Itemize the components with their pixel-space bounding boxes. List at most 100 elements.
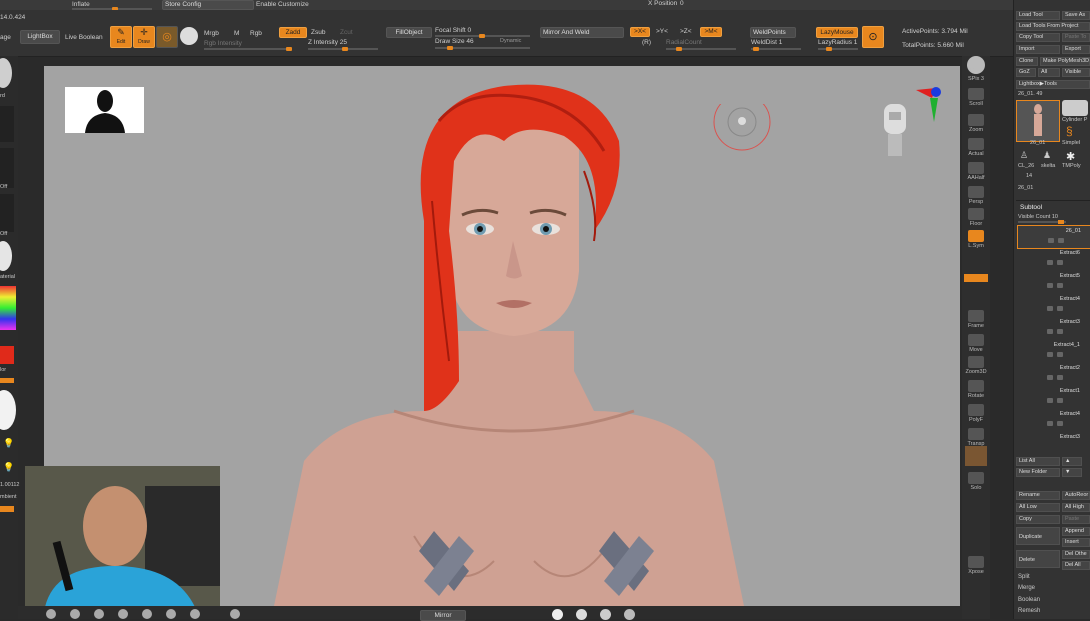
shelf-button-rotate[interactable]: Rotate (964, 380, 988, 399)
paste-tool-button[interactable]: Paste To (1062, 33, 1090, 42)
subtool-header[interactable]: Subtool (1020, 204, 1042, 211)
remesh-menu[interactable]: Remesh (1018, 608, 1040, 614)
m-axis-toggle[interactable]: >M< (700, 27, 722, 37)
m-button[interactable]: M (234, 30, 239, 37)
load-tool-button[interactable]: Load Tool (1016, 11, 1060, 20)
shelf-button-scroll[interactable]: Scroll (964, 88, 988, 107)
shelf-spix[interactable]: SPix 3 (964, 76, 988, 82)
shelf-button-bpr[interactable]: BPR (964, 68, 988, 74)
brush-sphere-icon-4[interactable] (118, 609, 128, 619)
weld-dist-slider[interactable] (751, 47, 801, 51)
move-down-button[interactable]: ▼ (1062, 468, 1082, 477)
subtool-row-0[interactable]: 26_01 (1017, 225, 1090, 249)
subtool-row-8[interactable]: Extract4 (1017, 409, 1090, 431)
rename-button[interactable]: Rename (1016, 491, 1060, 500)
lightbox-button[interactable]: LightBox (20, 30, 60, 44)
move-mode-button[interactable]: ◎ (156, 26, 178, 48)
ghost-toggle[interactable] (965, 446, 987, 466)
page-label[interactable]: age (0, 34, 11, 41)
split-menu[interactable]: Split (1018, 574, 1030, 580)
cl-figure-icon[interactable]: ♙ (1020, 150, 1028, 161)
x-position-value[interactable]: 0 (680, 0, 684, 7)
subtool-row-2[interactable]: Extract5 (1017, 271, 1090, 293)
load-from-project-button[interactable]: Load Tools From Project (1016, 22, 1090, 31)
rgb-intensity-slider[interactable] (204, 47, 292, 51)
lazy-radius-label[interactable]: LazyRadius 1 (818, 39, 857, 46)
subtool-row-5[interactable]: Extract4_1 (1017, 340, 1090, 362)
lazy-snap-button[interactable]: ⊙ (862, 26, 884, 48)
weld-points-button[interactable]: WeldPoints (750, 27, 796, 38)
subtool-row-6[interactable]: Extract2 (1017, 363, 1090, 385)
y-axis-toggle[interactable]: >Y< (656, 28, 668, 35)
enable-customize-button[interactable]: Enable Customize (256, 1, 309, 8)
mirror-button[interactable]: Mirror (420, 610, 466, 621)
material-sphere-icon-2[interactable] (576, 609, 587, 620)
z-axis-toggle[interactable]: >Z< (680, 28, 692, 35)
z-intensity-label[interactable]: Z Intensity 25 (308, 39, 347, 46)
ambient-slider[interactable] (0, 506, 14, 512)
shelf-button-frame[interactable]: Frame (964, 310, 988, 329)
new-folder-button[interactable]: New Folder (1016, 468, 1060, 477)
tool-thumbnail-figure[interactable] (1016, 100, 1060, 142)
rgb-intensity-label[interactable]: Rgb Intensity (204, 40, 242, 47)
shelf-button-polyf[interactable]: PolyF (964, 404, 988, 423)
shelf-button-solo[interactable]: Solo (964, 472, 988, 491)
shelf-button-zoom[interactable]: Zoom (964, 114, 988, 133)
all-high-button[interactable]: All High (1062, 503, 1090, 512)
auto-reorder-button[interactable]: AutoReor (1062, 491, 1090, 500)
clone-button[interactable]: Clone (1016, 57, 1038, 66)
import-button[interactable]: Import (1016, 45, 1060, 54)
x-axis-toggle[interactable]: >X< (630, 27, 650, 37)
shelf-button-floor[interactable]: Floor (964, 208, 988, 227)
navigation-gizmo[interactable] (874, 84, 944, 164)
append-button[interactable]: Append (1062, 527, 1090, 536)
skeleton-icon[interactable]: ♟ (1043, 150, 1051, 161)
z-intensity-slider[interactable] (308, 47, 378, 51)
store-config-button[interactable]: Store Config (162, 0, 254, 10)
zadd-button[interactable]: Zadd (279, 27, 307, 38)
goz-all-button[interactable]: All (1038, 68, 1060, 77)
material-sphere-icon[interactable] (180, 27, 198, 45)
live-boolean-button[interactable]: Live Boolean (65, 34, 103, 41)
alpha-off-icon[interactable] (0, 148, 14, 188)
focal-shift-slider[interactable] (435, 34, 530, 38)
paste-subtool-button[interactable]: Paste (1062, 515, 1090, 524)
brush-sphere-icon-1[interactable] (46, 609, 56, 619)
subtool-row-7[interactable]: Extract1 (1017, 386, 1090, 408)
rgb-button[interactable]: Rgb (250, 30, 262, 37)
light-sphere-icon[interactable] (0, 390, 16, 430)
zcut-button[interactable]: Zcut (340, 29, 353, 36)
radial-r-toggle[interactable]: (R) (642, 39, 651, 46)
tmpoly-star-icon[interactable]: ✱ (1066, 150, 1075, 163)
shelf-button-lsym[interactable]: L.Sym (964, 230, 988, 249)
shelf-button-actual[interactable]: Actual (964, 138, 988, 157)
visible-button[interactable]: Visible (1062, 68, 1090, 77)
draw-size-slider[interactable] (435, 46, 530, 50)
bulb-icon[interactable]: 💡 (3, 438, 14, 449)
goz-button[interactable]: GoZ (1016, 68, 1036, 77)
shelf-button-transp[interactable]: Transp (964, 428, 988, 447)
duplicate-button[interactable]: Duplicate (1016, 527, 1060, 545)
make-polymesh-button[interactable]: Make PolyMesh3D (1040, 57, 1090, 66)
lazy-mouse-button[interactable]: LazyMouse (816, 27, 858, 38)
export-button[interactable]: Export (1062, 45, 1090, 54)
brush-sphere-icon-3[interactable] (94, 609, 104, 619)
subtool-row-4[interactable]: Extract3 (1017, 317, 1090, 339)
material-sphere-icon-3[interactable] (600, 609, 611, 620)
brush-sphere-icon-5[interactable] (142, 609, 152, 619)
mrgb-button[interactable]: Mrgb (204, 30, 219, 37)
copy-subtool-button[interactable]: Copy (1016, 515, 1060, 524)
mirror-weld-button[interactable]: Mirror And Weld (540, 27, 624, 38)
brush-sphere-icon-2[interactable] (70, 609, 80, 619)
brush-sphere-icon-6[interactable] (166, 609, 176, 619)
cylinder-icon[interactable] (1062, 100, 1088, 116)
simple-brush-icon[interactable]: § (1066, 124, 1073, 138)
brush-sphere-icon-7[interactable] (190, 609, 200, 619)
draw-size-label[interactable]: Draw Size 46 (435, 38, 474, 45)
copy-tool-button[interactable]: Copy Tool (1016, 33, 1060, 42)
weld-dist-label[interactable]: WeldDist 1 (751, 39, 782, 46)
visible-count-slider[interactable] (1018, 220, 1066, 224)
subtool-row-3[interactable]: Extract4 (1017, 294, 1090, 316)
silhouette-thumbnail[interactable] (65, 87, 144, 133)
material-sphere-icon-1[interactable] (552, 609, 563, 620)
